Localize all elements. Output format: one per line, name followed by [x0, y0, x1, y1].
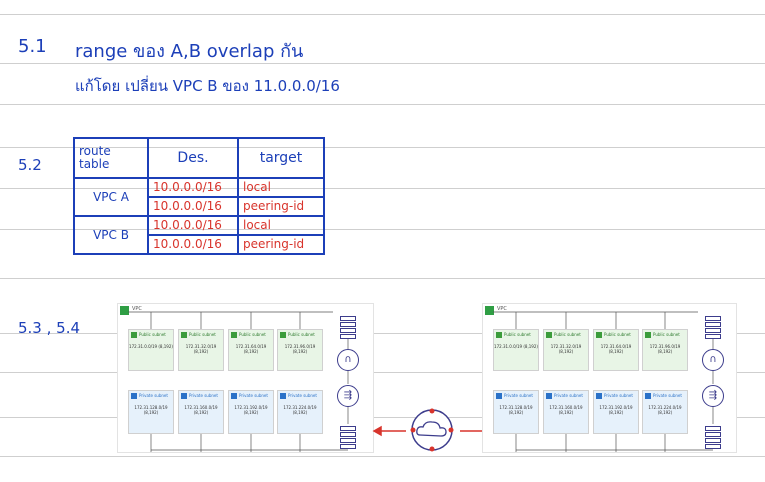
subnet-label: Private subnet	[189, 393, 218, 398]
subnet-cidr: 172.31.224.0/19 (8,192)	[648, 405, 682, 415]
ruled-line	[0, 456, 765, 457]
subnet-cidr: 172.31.32.0/19 (8,192)	[185, 344, 217, 354]
public-subnet: Public subnet 172.31.64.0/19 (8,192)	[593, 329, 639, 371]
subnet-cidr: 172.31.224.0/19 (8,192)	[283, 405, 317, 415]
subnet-label: Public subnet	[139, 332, 166, 337]
ruled-line	[0, 104, 765, 105]
section-5-3-5-4-number: 5.3 , 5.4	[18, 319, 81, 337]
header-route-table: route table	[73, 137, 149, 179]
subnet-label: Private subnet	[139, 393, 168, 398]
subnet-label: Private subnet	[239, 393, 268, 398]
private-subnet: Private subnet 172.31.192.0/19 (8,192)	[228, 390, 274, 434]
route-table-icon	[705, 316, 721, 339]
vpc-b-label: VPC B	[73, 215, 149, 255]
subnet-icon	[496, 332, 502, 338]
ruled-line	[0, 278, 765, 279]
subnet-icon	[645, 393, 651, 399]
subnet-icon	[596, 393, 602, 399]
route-target: peering-id	[237, 234, 325, 255]
header-target: target	[237, 137, 325, 179]
subnet-cidr: 172.31.96.0/19 (8,192)	[649, 344, 681, 354]
ruled-line	[0, 14, 765, 15]
subnet-icon	[231, 332, 237, 338]
section-5-1-line-1: range ของ A,B overlap กัน	[75, 41, 304, 62]
route-target: peering-id	[237, 196, 325, 217]
route-target: local	[237, 215, 325, 236]
section-5-1-number: 5.1	[18, 36, 47, 57]
peering-connection	[372, 408, 492, 452]
private-subnet: Private subnet 172.31.160.0/19 (8,192)	[178, 390, 224, 434]
subnet-icon	[280, 332, 286, 338]
route-destination: 10.0.0.0/16	[147, 177, 239, 198]
subnet-icon	[546, 332, 552, 338]
public-subnet: Public subnet 172.31.96.0/19 (8,192)	[277, 329, 323, 371]
subnet-icon	[181, 332, 187, 338]
private-subnet: Private subnet 172.31.224.0/19 (8,192)	[277, 390, 323, 434]
subnet-icon	[181, 393, 187, 399]
route-destination: 10.0.0.0/16	[147, 196, 239, 217]
subnet-label: Public subnet	[239, 332, 266, 337]
route-table-icon	[340, 316, 356, 339]
subnet-cidr: 172.31.160.0/19 (8,192)	[184, 405, 218, 415]
subnet-icon	[645, 332, 651, 338]
private-subnet: Private subnet 172.31.160.0/19 (8,192)	[543, 390, 589, 434]
public-subnet: Public subnet 172.31.64.0/19 (8,192)	[228, 329, 274, 371]
subnet-cidr: 172.31.64.0/19 (8,192)	[600, 344, 632, 354]
private-subnet: Private subnet 172.31.128.0/19 (8,192)	[493, 390, 539, 434]
private-subnet: Private subnet 172.31.224.0/19 (8,192)	[642, 390, 688, 434]
public-subnet: Public subnet 172.31.32.0/19 (8,192)	[543, 329, 589, 371]
subnet-cidr: 172.31.96.0/19 (8,192)	[284, 344, 316, 354]
subnet-icon	[131, 393, 137, 399]
private-subnet: Private subnet 172.31.128.0/19 (8,192)	[128, 390, 174, 434]
subnet-label: Public subnet	[288, 332, 315, 337]
subnet-cidr: 172.31.64.0/19 (8,192)	[235, 344, 267, 354]
route-table: route table Des. target VPC A 10.0.0.0/1…	[73, 137, 325, 255]
subnet-label: Public subnet	[554, 332, 581, 337]
subnet-icon	[546, 393, 552, 399]
section-5-2-number: 5.2	[18, 156, 42, 174]
vpc-diagram-left: VPC Public subnet 172.31.0.0/19 (8,192) …	[117, 303, 374, 453]
vpc-a-label: VPC A	[73, 177, 149, 217]
nat-gateway-icon: ⇶	[702, 385, 724, 407]
internet-gateway-icon: ∩	[702, 349, 724, 371]
public-subnet: Public subnet 172.31.0.0/19 (8,192)	[493, 329, 539, 371]
subnet-cidr: 172.31.128.0/19 (8,192)	[499, 405, 533, 415]
subnet-label: Public subnet	[189, 332, 216, 337]
subnet-cidr: 172.31.128.0/19 (8,192)	[134, 405, 168, 415]
subnet-icon	[131, 332, 137, 338]
subnet-cidr: 172.31.192.0/19 (8,192)	[599, 405, 633, 415]
vpc-diagram-right: VPC Public subnet 172.31.0.0/19 (8,192) …	[482, 303, 737, 453]
route-destination: 10.0.0.0/16	[147, 234, 239, 255]
public-subnet: Public subnet 172.31.0.0/19 (8,192)	[128, 329, 174, 371]
subnet-cidr: 172.31.192.0/19 (8,192)	[234, 405, 268, 415]
route-table-icon	[340, 426, 356, 449]
public-subnet: Public subnet 172.31.96.0/19 (8,192)	[642, 329, 688, 371]
route-destination: 10.0.0.0/16	[147, 215, 239, 236]
subnet-cidr: 172.31.0.0/19 (8,192)	[129, 344, 173, 349]
subnet-cidr: 172.31.0.0/19 (8,192)	[494, 344, 538, 349]
subnet-label: Public subnet	[504, 332, 531, 337]
nat-gateway-icon: ⇶	[337, 385, 359, 407]
route-target: local	[237, 177, 325, 198]
header-destination: Des.	[147, 137, 239, 179]
subnet-label: Public subnet	[604, 332, 631, 337]
subnet-label: Private subnet	[288, 393, 317, 398]
subnet-icon	[496, 393, 502, 399]
subnet-label: Private subnet	[604, 393, 633, 398]
subnet-label: Public subnet	[653, 332, 680, 337]
private-subnet: Private subnet 172.31.192.0/19 (8,192)	[593, 390, 639, 434]
subnet-icon	[280, 393, 286, 399]
subnet-cidr: 172.31.160.0/19 (8,192)	[549, 405, 583, 415]
subnet-label: Private subnet	[653, 393, 682, 398]
public-subnet: Public subnet 172.31.32.0/19 (8,192)	[178, 329, 224, 371]
subnet-icon	[596, 332, 602, 338]
subnet-icon	[231, 393, 237, 399]
internet-gateway-icon: ∩	[337, 349, 359, 371]
route-table-icon	[705, 426, 721, 449]
subnet-cidr: 172.31.32.0/19 (8,192)	[550, 344, 582, 354]
subnet-label: Private subnet	[554, 393, 583, 398]
section-5-1-line-2: แก้โดย เปลี่ยน VPC B ของ 11.0.0.0/16	[75, 77, 340, 95]
subnet-label: Private subnet	[504, 393, 533, 398]
